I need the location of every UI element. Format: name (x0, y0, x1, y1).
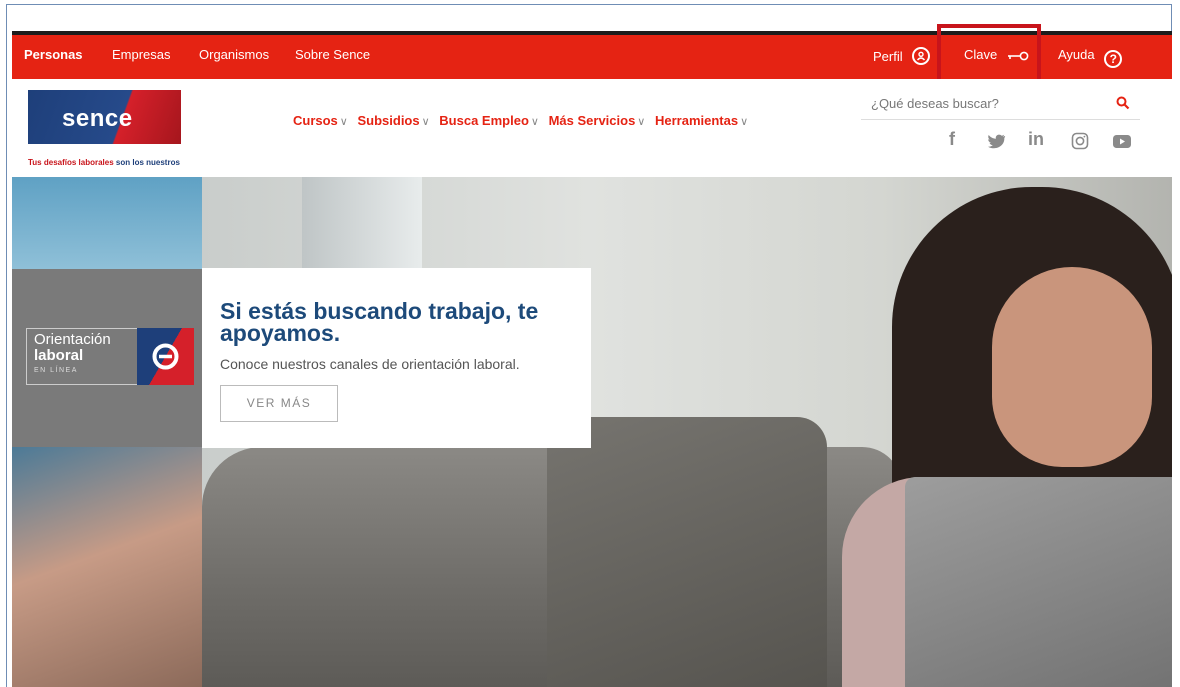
hero-subtitle: Conoce nuestros canales de orientación l… (220, 356, 520, 372)
main-nav: Cursos ∨ Subsidios ∨ Busca Empleo ∨ Más Ser… (293, 113, 754, 128)
nav-label: Subsidios (357, 113, 420, 128)
nav-item-busca-empleo[interactable]: Busca Empleo ∨ (439, 113, 539, 128)
hero-person-face (992, 267, 1152, 467)
orientacion-title-2: laboral (34, 347, 84, 364)
logo-tagline: Tus desafíos laborales son los nuestros (28, 158, 180, 167)
collage-top-image (12, 177, 202, 269)
nav-item-herramientas[interactable]: Herramientas ∨ (655, 113, 748, 128)
facebook-icon[interactable]: f (949, 129, 955, 150)
ayuda-label: Ayuda (1058, 47, 1095, 62)
youtube-icon[interactable] (1113, 135, 1131, 148)
user-icon (912, 47, 931, 65)
tagline-red: Tus desafíos laborales (28, 158, 114, 167)
chevron-down-icon: ∨ (637, 116, 646, 128)
logo-text: sence (62, 105, 133, 132)
tagline-dark: son los nuestros (115, 158, 180, 167)
nav-label: Busca Empleo (439, 113, 529, 128)
ayuda-link[interactable]: Ayuda ? (1058, 47, 1123, 68)
nav-label: Herramientas (654, 113, 739, 128)
perfil-label: Perfil (873, 49, 903, 64)
clave-highlight-box (937, 24, 1041, 87)
perfil-link[interactable]: Perfil (873, 47, 931, 65)
chevron-down-icon: ∨ (339, 116, 348, 128)
nav-label: Más Servicios (548, 113, 636, 128)
topbar-link-empresas[interactable]: Empresas (112, 47, 171, 62)
hero-laptop (905, 477, 1172, 687)
chevron-down-icon: ∨ (530, 116, 539, 128)
sence-badge-icon (137, 328, 194, 385)
topbar-link-personas[interactable]: Personas (24, 47, 83, 62)
search-icon[interactable] (1116, 96, 1130, 110)
chevron-down-icon: ∨ (740, 116, 749, 128)
nav-item-cursos[interactable]: Cursos ∨ (293, 113, 348, 128)
hero-side-collage (12, 177, 202, 687)
collage-bottom-image (12, 447, 202, 687)
instagram-icon[interactable] (1071, 132, 1089, 150)
search-placeholder: ¿Qué deseas buscar? (871, 96, 999, 111)
linkedin-icon[interactable]: in (1028, 129, 1044, 150)
nav-item-mas-servicios[interactable]: Más Servicios ∨ (549, 113, 646, 128)
topbar-link-organismos[interactable]: Organismos (199, 47, 269, 62)
search-input[interactable]: ¿Qué deseas buscar? (861, 90, 1140, 120)
orientacion-title-1: Orientación (34, 331, 111, 348)
topbar-link-sobre-sence[interactable]: Sobre Sence (295, 47, 370, 62)
twitter-icon[interactable] (988, 134, 1006, 149)
hero-cushion (547, 417, 827, 687)
orientacion-title-3: EN LÍNEA (34, 367, 78, 374)
nav-item-subsidios[interactable]: Subsidios ∨ (357, 113, 429, 128)
ver-mas-button[interactable]: VER MÁS (220, 385, 338, 422)
nav-label: Cursos (293, 113, 338, 128)
help-icon: ? (1104, 50, 1123, 68)
hero-headline: Si estás buscando trabajo, te apoyamos. (220, 298, 539, 346)
hero-card: Si estás buscando trabajo, te apoyamos. … (202, 268, 591, 448)
chevron-down-icon: ∨ (421, 116, 430, 128)
